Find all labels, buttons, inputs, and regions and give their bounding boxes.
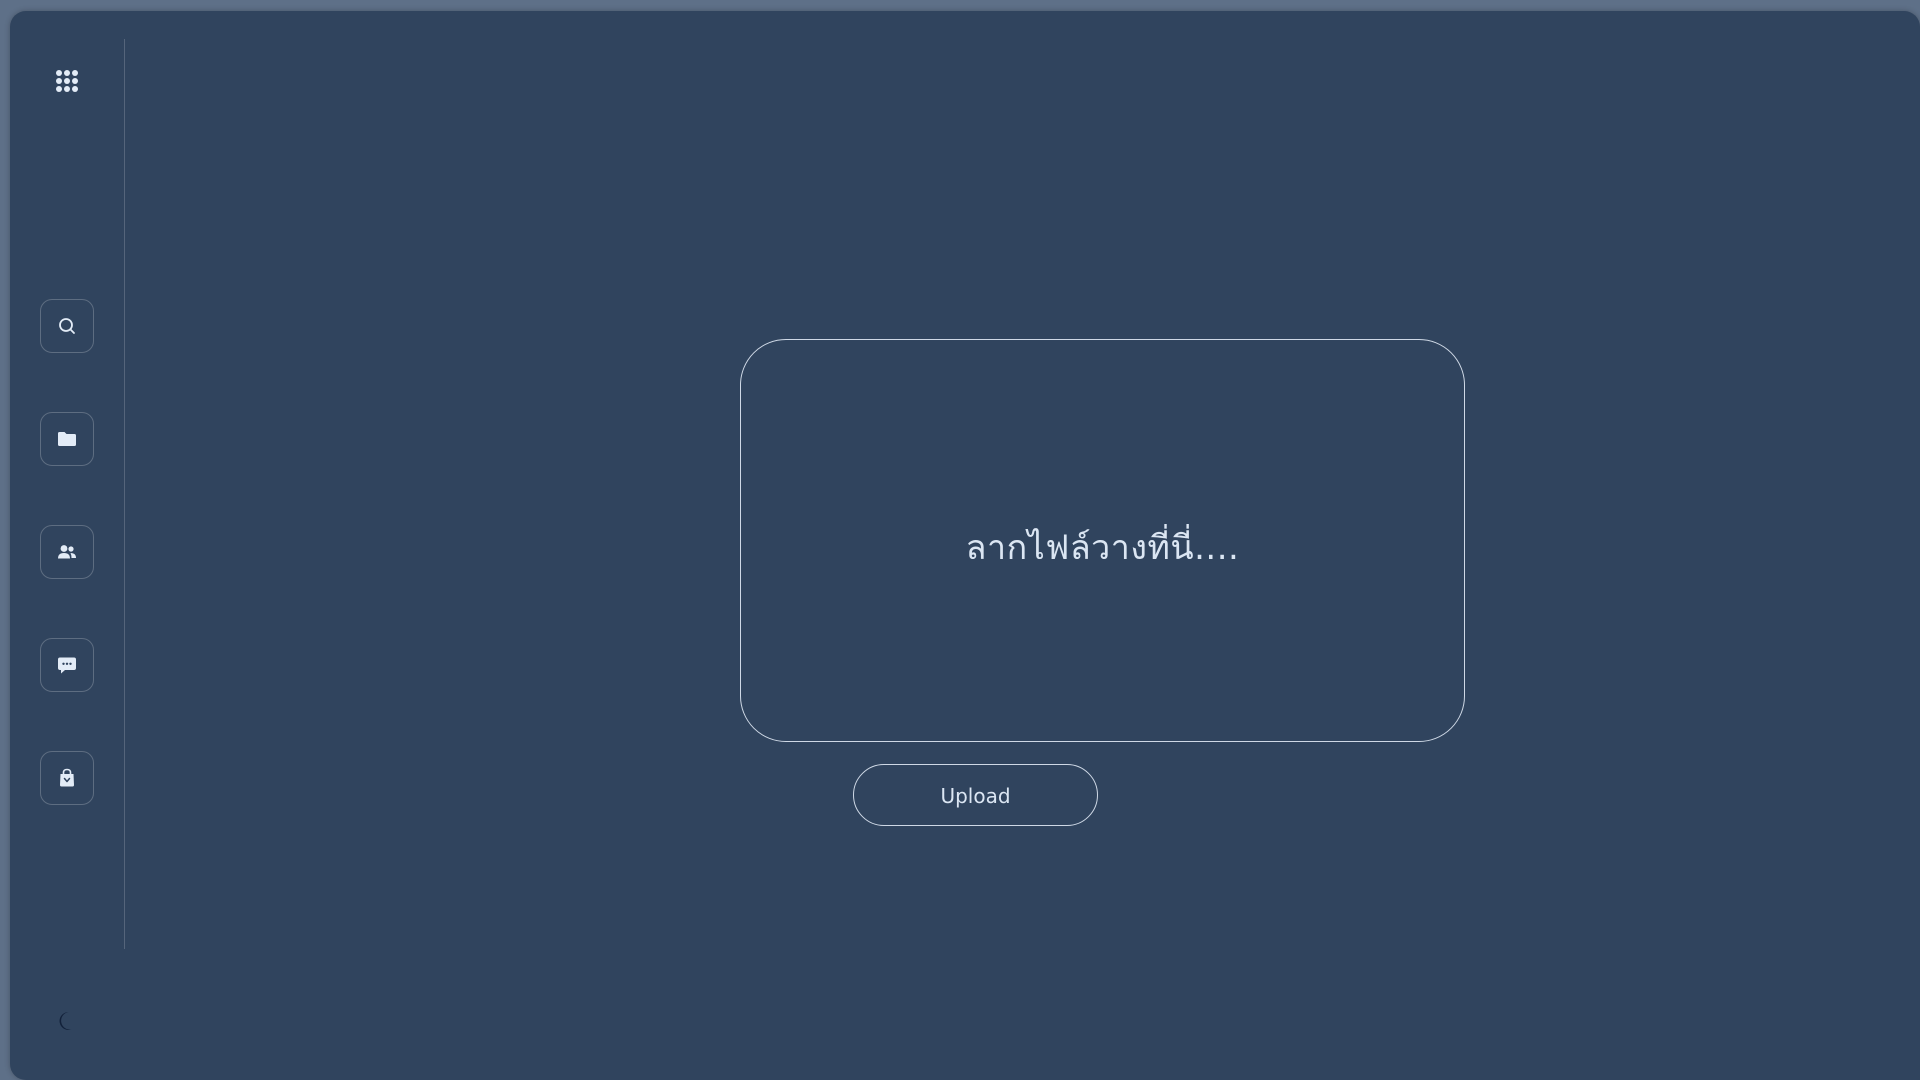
sidebar-item-store[interactable] [40,751,94,805]
moon-icon[interactable] [56,1009,80,1033]
apps-grid-icon[interactable] [56,70,80,94]
upload-button[interactable]: Upload [853,764,1098,826]
sidebar-item-search[interactable] [40,299,94,353]
users-icon [58,545,76,559]
main-content: ลากไฟล์วางที่นี่.... Upload [125,11,1920,1080]
sidebar-item-files[interactable] [40,412,94,466]
dropzone-text: ลากไฟล์วางที่นี่.... [965,527,1240,568]
sidebar-item-users[interactable] [40,525,94,579]
sidebar [10,11,125,1080]
sidebar-item-messages[interactable] [40,638,94,692]
chat-icon [58,657,76,674]
file-dropzone[interactable]: ลากไฟล์วางที่นี่.... [740,339,1465,742]
shopping-bag-icon [60,768,74,787]
search-icon [59,318,75,334]
folder-icon [58,432,76,446]
app-window: ลากไฟล์วางที่นี่.... Upload [10,11,1920,1080]
